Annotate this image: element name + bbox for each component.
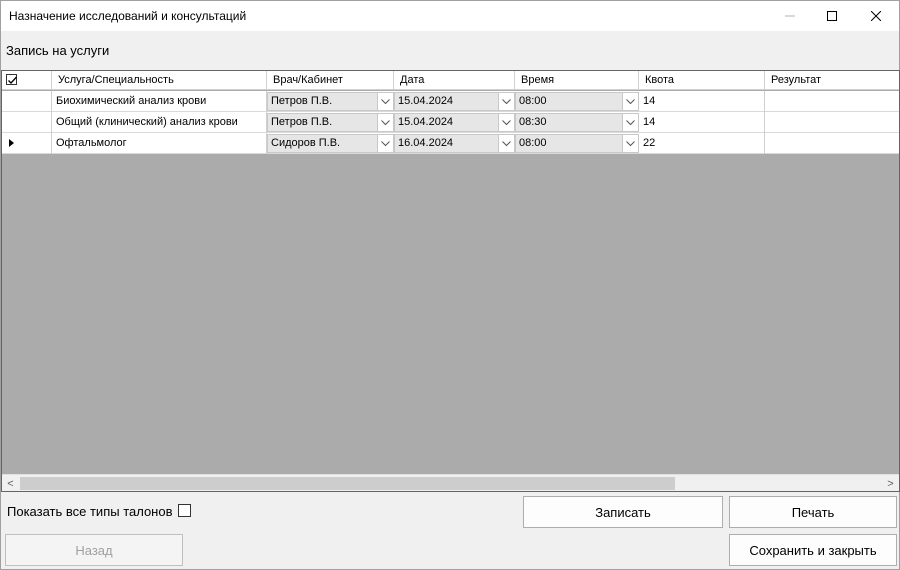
dropdown-button[interactable] <box>498 93 514 110</box>
column-header-quota[interactable]: Квота <box>639 71 765 90</box>
scroll-left-button[interactable]: < <box>2 475 19 492</box>
result-cell[interactable] <box>765 91 899 112</box>
time-value: 08:30 <box>519 116 547 128</box>
doctor-combobox[interactable]: Сидоров П.В. <box>267 134 394 153</box>
time-combobox[interactable]: 08:00 <box>515 134 639 153</box>
close-button[interactable] <box>853 1 899 31</box>
current-row-indicator-icon <box>9 139 14 147</box>
date-combobox[interactable]: 15.04.2024 <box>394 113 515 132</box>
chevron-down-icon <box>502 98 511 104</box>
time-value: 08:00 <box>519 95 547 107</box>
dialog-window: Назначение исследований и консультаций З… <box>0 0 900 570</box>
quota-cell[interactable]: 14 <box>639 112 765 133</box>
table-row[interactable]: Биохимический анализ крови Петров П.В. 1… <box>2 91 899 112</box>
service-cell[interactable]: Офтальмолог <box>52 133 267 154</box>
checkmark-icon <box>8 76 17 84</box>
column-header-date[interactable]: Дата <box>394 71 515 90</box>
chevron-down-icon <box>626 140 635 146</box>
scroll-right-button[interactable]: > <box>882 475 899 492</box>
scrollbar-thumb[interactable] <box>20 477 675 490</box>
column-header-time[interactable]: Время <box>515 71 639 90</box>
horizontal-scrollbar[interactable]: < > <box>2 474 899 491</box>
row-header[interactable] <box>2 112 52 133</box>
dropdown-button[interactable] <box>377 135 393 152</box>
back-button[interactable]: Назад <box>5 534 183 566</box>
column-header-service[interactable]: Услуга/Специальность <box>52 71 267 90</box>
doctor-combobox[interactable]: Петров П.В. <box>267 92 394 111</box>
dropdown-button[interactable] <box>622 114 638 131</box>
date-value: 15.04.2024 <box>398 116 454 128</box>
column-header-result[interactable]: Результат <box>765 71 899 90</box>
print-button[interactable]: Печать <box>729 496 897 528</box>
quota-cell[interactable]: 22 <box>639 133 765 154</box>
time-value: 08:00 <box>519 137 547 149</box>
result-cell[interactable] <box>765 112 899 133</box>
doctor-combobox[interactable]: Петров П.В. <box>267 113 394 132</box>
dropdown-button[interactable] <box>622 135 638 152</box>
chevron-down-icon <box>626 98 635 104</box>
service-cell[interactable]: Биохимический анализ крови <box>52 91 267 112</box>
window-title: Назначение исследований и консультаций <box>9 9 247 23</box>
dropdown-button[interactable] <box>622 93 638 110</box>
row-header[interactable] <box>2 91 52 112</box>
minimize-icon <box>785 15 795 17</box>
dropdown-button[interactable] <box>377 114 393 131</box>
show-all-ticket-types-label[interactable]: Показать все типы талонов <box>7 504 173 519</box>
select-all-checkbox[interactable] <box>6 74 17 85</box>
time-combobox[interactable]: 08:30 <box>515 113 639 132</box>
services-grid[interactable]: Услуга/Специальность Врач/Кабинет Дата В… <box>1 70 900 492</box>
chevron-down-icon <box>502 119 511 125</box>
date-value: 15.04.2024 <box>398 95 454 107</box>
row-header[interactable] <box>2 133 52 154</box>
show-all-ticket-types-checkbox[interactable] <box>178 504 191 517</box>
register-button[interactable]: Записать <box>523 496 723 528</box>
dropdown-button[interactable] <box>498 114 514 131</box>
service-cell[interactable]: Общий (клинический) анализ крови <box>52 112 267 133</box>
dropdown-button[interactable] <box>377 93 393 110</box>
date-combobox[interactable]: 15.04.2024 <box>394 92 515 111</box>
header-select-all[interactable] <box>2 71 52 90</box>
chevron-down-icon <box>381 98 390 104</box>
section-label: Запись на услуги <box>6 43 110 58</box>
date-value: 16.04.2024 <box>398 137 454 149</box>
chevron-down-icon <box>381 119 390 125</box>
close-icon <box>871 11 881 21</box>
title-bar[interactable]: Назначение исследований и консультаций <box>1 1 899 31</box>
time-combobox[interactable]: 08:00 <box>515 92 639 111</box>
chevron-down-icon <box>502 140 511 146</box>
maximize-button[interactable] <box>809 1 855 31</box>
maximize-icon <box>827 11 837 21</box>
grid-header: Услуга/Специальность Врач/Кабинет Дата В… <box>2 71 899 90</box>
table-row[interactable]: Офтальмолог Сидоров П.В. 16.04.2024 08:0… <box>2 133 899 154</box>
table-row[interactable]: Общий (клинический) анализ крови Петров … <box>2 112 899 133</box>
chevron-down-icon <box>626 119 635 125</box>
doctor-value: Сидоров П.В. <box>271 137 341 149</box>
doctor-value: Петров П.В. <box>271 116 333 128</box>
save-and-close-button[interactable]: Сохранить и закрыть <box>729 534 897 566</box>
chevron-down-icon <box>381 140 390 146</box>
result-cell[interactable] <box>765 133 899 154</box>
doctor-value: Петров П.В. <box>271 95 333 107</box>
dropdown-button[interactable] <box>498 135 514 152</box>
date-combobox[interactable]: 16.04.2024 <box>394 134 515 153</box>
column-header-doctor[interactable]: Врач/Кабинет <box>267 71 394 90</box>
minimize-button[interactable] <box>767 1 813 31</box>
quota-cell[interactable]: 14 <box>639 91 765 112</box>
